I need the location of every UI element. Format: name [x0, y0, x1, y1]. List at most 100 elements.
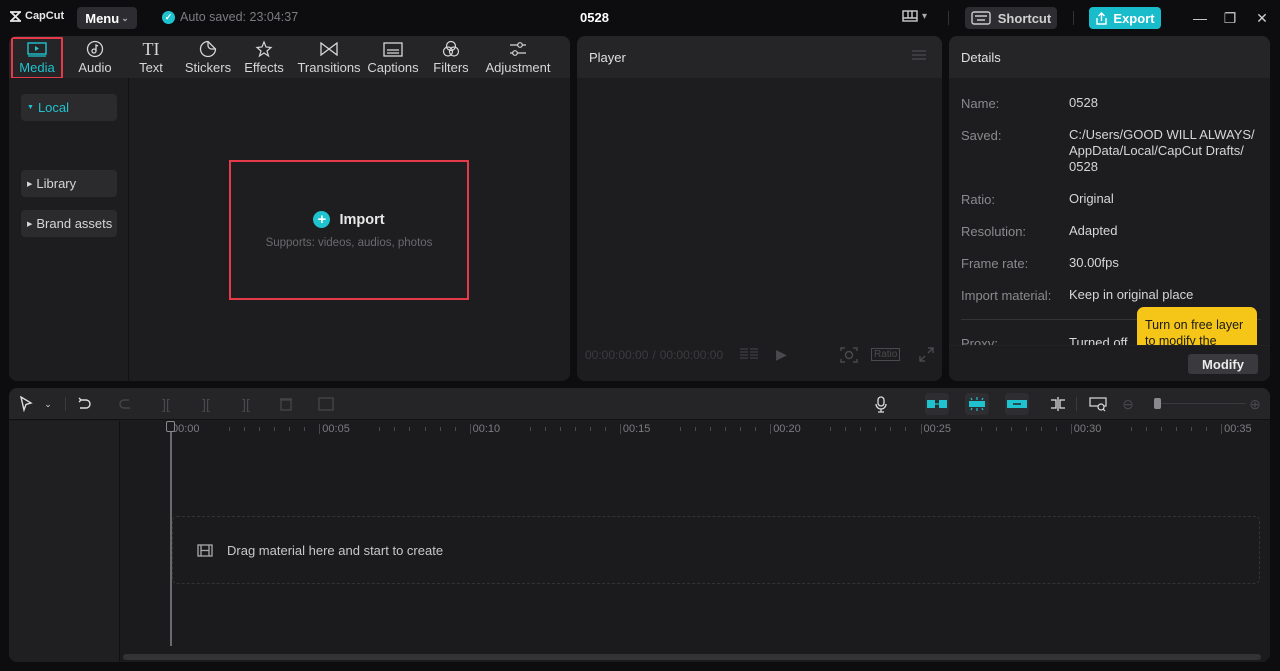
timeline-horizontal-scrollbar[interactable]	[123, 654, 1261, 660]
layout-button[interactable]: ▾	[902, 10, 927, 22]
tab-transitions[interactable]: Transitions	[297, 36, 361, 78]
plus-icon: +	[313, 211, 331, 228]
shortcut-button[interactable]: Shortcut	[965, 7, 1057, 29]
ruler-minor-tick	[1130, 427, 1132, 431]
ruler-minor-tick	[454, 427, 456, 431]
ratio-button[interactable]: Ratio	[871, 348, 901, 361]
tab-adjustment[interactable]: Adjustment	[484, 36, 552, 78]
divider	[1076, 397, 1077, 411]
capcut-logo-icon	[10, 10, 21, 22]
tab-text[interactable]: TI Text	[134, 36, 168, 78]
menu-button[interactable]: Menu ⌄	[77, 7, 137, 29]
zoom-in-button[interactable]: ⊕	[1246, 396, 1264, 412]
autosave-status: ✓ Auto saved: 23:04:37	[162, 10, 298, 24]
ruler-label: 00:20	[773, 423, 801, 435]
preview-axis-button[interactable]	[1049, 396, 1067, 412]
close-button[interactable]: ✕	[1254, 10, 1270, 27]
zoom-out-button[interactable]: ⊖	[1119, 396, 1137, 412]
layout-icon	[902, 10, 918, 22]
ruler-minor-tick	[1176, 427, 1177, 431]
tab-captions[interactable]: Captions	[367, 36, 419, 78]
redo-button[interactable]	[117, 396, 135, 412]
ruler-minor-tick	[845, 427, 847, 431]
playhead-handle[interactable]	[166, 421, 175, 432]
export-button[interactable]: Export	[1089, 7, 1161, 29]
timeline-ruler[interactable]: 00:00 00:05 00:10 00:15 00:20 00:25 00:30 00:35	[169, 421, 1270, 441]
tab-audio[interactable]: Audio	[75, 36, 115, 78]
restore-button[interactable]: ❐	[1222, 10, 1238, 27]
sidebar-item-library[interactable]: ▶ Library	[21, 170, 117, 197]
fullscreen-button[interactable]	[919, 347, 934, 365]
cursor-icon	[20, 396, 33, 412]
timeline-zoom-slider[interactable]	[1161, 403, 1246, 404]
import-support-text: Supports: videos, audios, photos	[265, 237, 433, 249]
zoom-slider-handle[interactable]	[1154, 398, 1161, 409]
menu-icon[interactable]	[912, 50, 926, 60]
tab-effects[interactable]: Effects	[244, 36, 284, 78]
detail-label-import-material: Import material:	[961, 288, 1052, 303]
player-panel: Player 00:00:00:00 / 00:00:00:00 ▶ Ratio	[577, 36, 942, 381]
import-button[interactable]: + Import	[313, 211, 385, 228]
detail-value-frame-rate: 30.00fps	[1069, 255, 1119, 270]
sidebar-item-local[interactable]: ▼ Local	[21, 94, 117, 121]
free-layer-tooltip: Turn on free layer to modify the	[1137, 307, 1257, 345]
tab-stickers[interactable]: Stickers	[183, 36, 233, 78]
details-title: Details	[961, 50, 1001, 65]
film-icon	[197, 543, 213, 557]
ruler-label: 00:35	[1224, 423, 1252, 435]
zoom-in-icon: ⊕	[1249, 395, 1261, 412]
zoom-fit-button[interactable]	[840, 347, 858, 366]
waveform-icon[interactable]	[739, 347, 759, 364]
ruler-minor-tick	[995, 427, 997, 431]
delete-button[interactable]	[277, 396, 295, 412]
tab-filters[interactable]: Filters	[433, 36, 469, 78]
saved-path-line: 0528	[1069, 159, 1098, 174]
triangle-right-icon: ▶	[27, 220, 33, 228]
restore-icon: ❐	[1223, 10, 1237, 26]
modify-button[interactable]: Modify	[1188, 354, 1258, 374]
tab-media[interactable]: Media	[11, 36, 63, 79]
transitions-icon	[320, 39, 338, 59]
captions-icon	[383, 39, 403, 59]
linkage-button[interactable]	[1005, 393, 1029, 415]
split-left-button[interactable]: ][	[197, 396, 215, 412]
undo-button[interactable]	[75, 396, 93, 412]
import-dropzone[interactable]: + Import Supports: videos, audios, photo…	[229, 160, 469, 300]
play-button[interactable]: ▶	[776, 346, 787, 363]
detail-label-resolution: Resolution:	[961, 224, 1027, 239]
ruler-minor-tick	[589, 427, 591, 431]
tab-label: Text	[139, 60, 163, 75]
ruler-major-tick	[1221, 424, 1223, 434]
ruler-minor-tick	[259, 427, 261, 431]
minimize-icon: —	[1193, 10, 1207, 26]
tab-label: Transitions	[297, 60, 361, 75]
timeline-dropzone[interactable]: Drag material here and start to create	[172, 516, 1260, 584]
ruler-major-tick	[1070, 424, 1072, 434]
stickers-icon	[199, 39, 217, 59]
ruler-minor-tick	[439, 427, 441, 431]
minimize-button[interactable]: —	[1192, 10, 1208, 26]
microphone-icon	[875, 395, 887, 413]
ruler-minor-tick	[304, 427, 306, 431]
details-panel: Details Name: 0528 Saved: C:/Users/GOOD …	[949, 36, 1270, 381]
link-icon	[1007, 400, 1027, 408]
record-audio-button[interactable]	[872, 395, 890, 413]
detail-value-saved: C:/Users/GOOD WILL ALWAYS/ AppData/Local…	[1069, 127, 1255, 175]
chevron-down-icon: ▾	[922, 10, 928, 22]
select-tool-button[interactable]	[17, 396, 35, 412]
audio-separation-button[interactable]	[317, 396, 335, 412]
preview-axis-icon	[1051, 397, 1065, 411]
auto-snapping-button[interactable]	[965, 393, 989, 415]
sidebar-item-brand-assets[interactable]: ▶ Brand assets	[21, 210, 117, 237]
undo-icon	[78, 397, 91, 409]
zoom-to-fit-button[interactable]	[1089, 396, 1107, 412]
split-button[interactable]: ][	[157, 396, 175, 412]
audio-icon	[86, 39, 104, 59]
ruler-major-tick	[619, 424, 621, 434]
split-right-button[interactable]: ][	[237, 396, 255, 412]
select-mode-dropdown[interactable]: ⌄	[39, 396, 57, 412]
capcut-logo: CapCut	[9, 10, 64, 22]
main-track-magnet-button[interactable]	[925, 393, 949, 415]
timeline-toolbar: ⌄ ][ ][ ][ ⊖ ⊕	[9, 388, 1270, 420]
ruler-minor-tick	[740, 427, 742, 431]
